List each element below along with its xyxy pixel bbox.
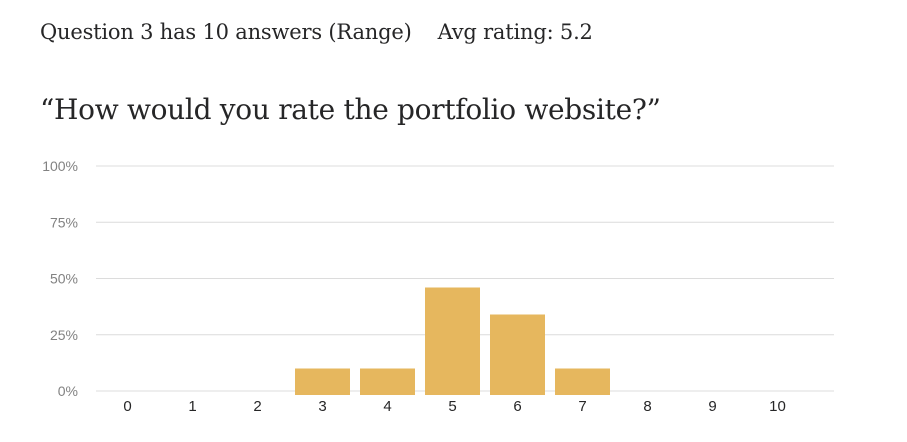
bars	[295, 287, 610, 395]
y-tick-label: 50%	[50, 271, 78, 287]
x-tick-label: 8	[643, 398, 651, 415]
y-tick-label: 75%	[50, 214, 78, 230]
x-tick-label: 1	[188, 398, 196, 415]
bar-rating-5	[425, 287, 480, 395]
x-tick-label: 4	[383, 398, 391, 415]
answers-count-text: Question 3 has 10 answers (Range)	[40, 20, 412, 44]
y-axis-ticks: 0% 25% 50% 75% 100%	[42, 158, 78, 399]
y-tick-label: 100%	[42, 158, 78, 174]
y-tick-label: 0%	[58, 383, 78, 399]
bar-rating-3	[295, 368, 350, 395]
summary-line: Question 3 has 10 answers (Range) Avg rat…	[40, 14, 593, 50]
rating-bar-chart: 0% 25% 50% 75% 100% 0 1 2 3 4 5 6 7 8 9 10	[42, 158, 834, 415]
x-tick-label: 6	[513, 398, 521, 415]
x-tick-label: 3	[318, 398, 326, 415]
bar-rating-4	[360, 368, 415, 395]
bar-rating-6	[490, 314, 545, 395]
avg-rating-text: Avg rating: 5.2	[437, 20, 593, 44]
x-tick-label: 5	[448, 398, 456, 415]
x-tick-label: 2	[253, 398, 261, 415]
x-axis-ticks: 0 1 2 3 4 5 6 7 8 9 10	[123, 398, 786, 415]
x-tick-label: 9	[708, 398, 716, 415]
x-tick-label: 10	[769, 398, 786, 415]
x-tick-label: 0	[123, 398, 131, 415]
y-tick-label: 25%	[50, 327, 78, 343]
question-title: “How would you rate the portfolio websit…	[40, 93, 661, 126]
bar-rating-7	[555, 368, 610, 395]
x-tick-label: 7	[578, 398, 586, 415]
